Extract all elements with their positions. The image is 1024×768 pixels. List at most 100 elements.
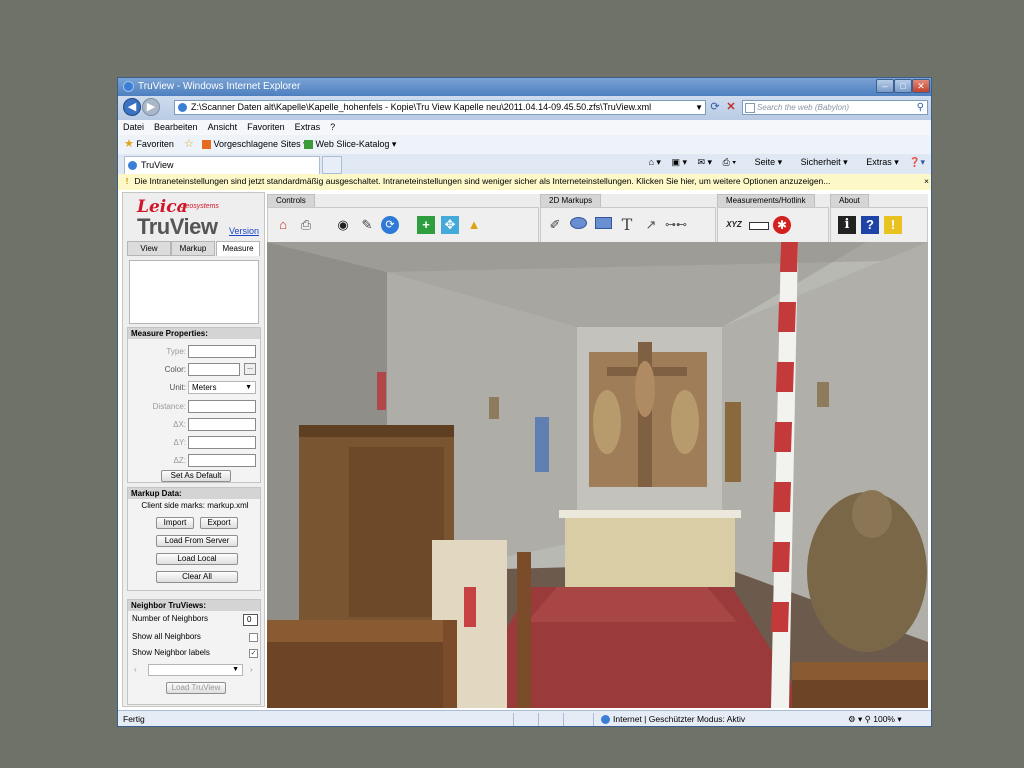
menu-help[interactable]: ?	[325, 120, 340, 134]
info-icon[interactable]: i	[838, 216, 856, 234]
ruler-icon[interactable]	[749, 216, 769, 234]
distance-field[interactable]	[188, 400, 256, 413]
mail-icon[interactable]: ✉ ▾	[697, 157, 712, 167]
close-window-button[interactable]: ✕	[912, 79, 930, 93]
ellipse-icon[interactable]	[569, 216, 587, 234]
show-all-neighbors-checkbox[interactable]	[249, 633, 258, 642]
minimize-button[interactable]: –	[876, 79, 894, 93]
sync-icon[interactable]: ⟳	[381, 216, 399, 234]
load-local-button[interactable]: Load Local	[156, 553, 238, 565]
address-dropdown-icon[interactable]: ▼	[695, 101, 703, 114]
show-neighbor-labels-checkbox[interactable]: ✓	[249, 649, 258, 658]
web-slice-link[interactable]: Web Slice-Katalog ▾	[304, 138, 396, 150]
extras-menu[interactable]: Extras ▾	[858, 157, 899, 167]
protected-mode-icon: ⚙ ▾	[848, 714, 863, 724]
maximize-button[interactable]: □	[894, 79, 912, 93]
version-link[interactable]: Version	[229, 226, 259, 236]
load-truview-button[interactable]: Load TruView	[166, 682, 226, 694]
tab-truview[interactable]: TruView	[124, 156, 320, 174]
home-view-icon[interactable]: ⌂	[274, 216, 292, 234]
suggested-sites-link[interactable]: Vorgeschlagene Sites ▾	[202, 138, 308, 150]
shield-icon: !	[125, 176, 129, 186]
alert-icon[interactable]: !	[884, 216, 902, 234]
dy-field[interactable]	[188, 436, 256, 449]
suggested-sites-icon	[202, 140, 211, 150]
type-field[interactable]	[188, 345, 256, 358]
panel-tabs: View Markup Measure	[127, 241, 261, 256]
clear-all-button[interactable]: Clear All	[156, 571, 238, 583]
help-icon[interactable]: ❓▾	[909, 157, 925, 167]
text-icon[interactable]: T	[618, 216, 636, 234]
address-text: Z:\Scanner Daten alt\Kapelle\Kapelle_hoh…	[191, 102, 652, 112]
brush-icon[interactable]: ✐	[546, 216, 564, 234]
neighbor-select[interactable]: ▼	[148, 664, 243, 676]
prev-neighbor-icon[interactable]: ‹	[134, 665, 137, 674]
next-neighbor-icon[interactable]: ›	[250, 665, 253, 674]
help-about-icon[interactable]: ?	[861, 216, 879, 234]
pen-icon[interactable]: ✎	[358, 216, 376, 234]
forward-button[interactable]: ▶	[142, 98, 160, 116]
set-as-default-button[interactable]: Set As Default	[161, 470, 231, 482]
unit-select[interactable]: Meters ▼	[188, 381, 256, 394]
logo-geosystems: Geosystems	[180, 203, 219, 210]
arrow-icon[interactable]: ↗	[642, 216, 660, 234]
pan-icon[interactable]: ✥	[441, 216, 459, 234]
number-of-neighbors-field[interactable]: 0	[243, 614, 258, 626]
dz-field[interactable]	[188, 454, 256, 467]
security-menu[interactable]: Sicherheit ▾	[793, 157, 848, 167]
favorites-label: Favoriten	[136, 139, 174, 149]
markups-group-label: 2D Markups	[540, 194, 602, 208]
zoom-in-icon[interactable]: +	[417, 216, 435, 234]
tab-measure[interactable]: Measure	[216, 241, 260, 256]
toolbar: Controls 2D Markups Measurements/Hotlink…	[267, 194, 928, 242]
warning-icon[interactable]: ▲	[465, 216, 483, 234]
link-icon[interactable]: ⊶⊷	[665, 216, 687, 234]
search-input[interactable]: Search the web (Babylon) ⚲	[742, 100, 928, 115]
rectangle-icon[interactable]	[594, 216, 612, 234]
info-bar-close-icon[interactable]: ×	[924, 174, 929, 189]
new-tab-button[interactable]	[322, 156, 342, 174]
type-label: Type:	[166, 347, 186, 356]
info-bar[interactable]: ! Die Intraneteinstellungen sind jetzt s…	[118, 174, 931, 191]
markup-data-header: Markup Data:	[128, 488, 260, 499]
zoom-control[interactable]: ⚙ ▾ ⚲ 100% ▾	[848, 711, 902, 726]
tab-view[interactable]: View	[127, 241, 171, 256]
menu-bearbeiten[interactable]: Bearbeiten	[149, 120, 203, 134]
load-from-server-button[interactable]: Load From Server	[156, 535, 238, 547]
hotlink-icon[interactable]: ✱	[773, 216, 791, 234]
zoom-level: 100%	[873, 714, 895, 724]
export-button[interactable]: Export	[200, 517, 238, 529]
measurements-group-label: Measurements/Hotlink	[717, 194, 815, 208]
favorites-button[interactable]: ★ Favoriten	[124, 138, 174, 150]
feeds-icon[interactable]: ▣ ▾	[671, 157, 687, 167]
xyz-icon[interactable]: XYZ	[723, 216, 745, 234]
panorama-view[interactable]	[267, 242, 928, 708]
menu-extras[interactable]: Extras	[290, 120, 326, 134]
address-bar[interactable]: Z:\Scanner Daten alt\Kapelle\Kapelle_hoh…	[174, 100, 706, 115]
search-icon[interactable]: ⚲	[917, 101, 924, 114]
truview-viewer: Controls 2D Markups Measurements/Hotlink…	[267, 194, 928, 708]
dx-field[interactable]	[188, 418, 256, 431]
print-view-icon[interactable]: ⎙	[297, 216, 315, 234]
menu-favoriten[interactable]: Favoriten	[242, 120, 290, 134]
import-button[interactable]: Import	[156, 517, 194, 529]
color-picker-button[interactable]: ...	[244, 363, 256, 375]
add-favorite-icon[interactable]: ☆	[184, 138, 194, 150]
dz-label: ΔZ:	[173, 456, 186, 465]
eye-icon[interactable]: ◉	[334, 216, 352, 234]
back-button[interactable]: ◀	[123, 98, 141, 116]
refresh-icon[interactable]: ⟳	[708, 100, 722, 115]
security-zone[interactable]: Internet | Geschützter Modus: Aktiv	[601, 711, 745, 726]
page-menu[interactable]: Seite ▾	[747, 157, 783, 167]
status-text: Fertig	[123, 714, 145, 724]
color-field[interactable]	[188, 363, 240, 376]
menu-datei[interactable]: Datei	[118, 120, 149, 134]
print-icon[interactable]: ⎙ ▾	[723, 157, 736, 167]
measure-list-box[interactable]	[129, 260, 259, 324]
markup-data-section: Markup Data: Client side marks: markup.x…	[127, 487, 261, 591]
menu-ansicht[interactable]: Ansicht	[203, 120, 243, 134]
stop-icon[interactable]: ✕	[724, 100, 738, 115]
left-panel: Leica Geosystems TruView Version View Ma…	[122, 192, 265, 707]
tab-markup[interactable]: Markup	[171, 241, 215, 256]
home-icon[interactable]: ⌂ ▾	[648, 157, 660, 167]
